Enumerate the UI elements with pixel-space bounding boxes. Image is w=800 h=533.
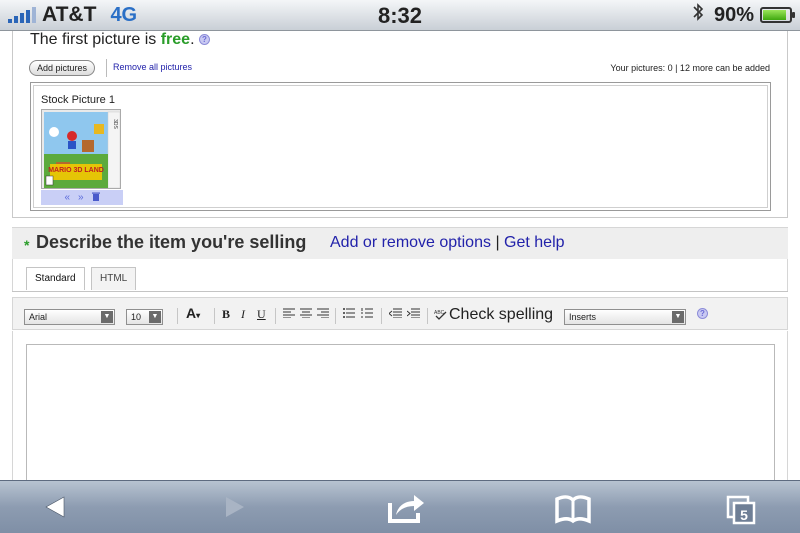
toolbar-divider xyxy=(177,308,178,324)
stock-picture-label: Stock Picture 1 xyxy=(41,94,115,106)
toolbar-divider xyxy=(381,308,382,324)
tab-count: 5 xyxy=(740,507,748,523)
add-pictures-button[interactable]: Add pictures xyxy=(29,60,96,76)
tab-html[interactable]: HTML xyxy=(91,267,137,290)
first-picture-prefix: The first picture is xyxy=(30,31,161,48)
tabs-underline xyxy=(12,291,788,292)
battery-level-fill xyxy=(763,10,787,20)
font-select-value: Arial xyxy=(29,312,48,322)
battery-icon xyxy=(760,7,795,23)
section-border-bottom xyxy=(12,217,788,218)
underline-button[interactable]: U xyxy=(257,307,266,322)
browser-toolbar: 5 xyxy=(0,480,800,533)
size-select-value: 10 xyxy=(131,312,142,322)
inserts-select-value: Inserts xyxy=(569,312,597,322)
battery-percent: 90% xyxy=(713,3,754,26)
required-marker: * xyxy=(24,237,30,253)
web-content: The first picture is free. ? Add picture… xyxy=(0,31,800,484)
tabs-icon[interactable]: 5 xyxy=(726,489,758,525)
move-right-icon[interactable]: » xyxy=(78,192,84,203)
thumbnail-brand: 3DS xyxy=(112,119,118,129)
editor-help-icon[interactable]: ? xyxy=(697,308,708,319)
toolbar-divider xyxy=(335,308,336,324)
text-color-icon[interactable]: A▾ xyxy=(186,305,200,321)
align-right-icon[interactable] xyxy=(317,307,329,321)
share-icon[interactable] xyxy=(386,489,426,525)
describe-title: Describe the item you're selling xyxy=(36,232,307,252)
indent-icon[interactable] xyxy=(406,307,420,321)
align-left-icon[interactable] xyxy=(283,307,295,321)
picture-gallery: Stock Picture 1 3DS MARIO 3D LAND « » xyxy=(30,82,771,211)
clock: 8:32 xyxy=(377,3,423,28)
first-picture-suffix: . xyxy=(190,31,195,48)
add-remove-options-link[interactable]: Add or remove options xyxy=(330,234,491,251)
align-center-icon[interactable] xyxy=(300,307,312,321)
link-separator: | xyxy=(495,234,500,251)
thumbnail-title: MARIO 3D LAND xyxy=(48,167,104,174)
stock-picture-thumbnail[interactable]: 3DS MARIO 3D LAND xyxy=(41,109,121,189)
first-picture-note: The first picture is free. ? xyxy=(30,31,210,49)
describe-links: Add or remove options | Get help xyxy=(330,234,565,252)
chevron-down-icon: ▼ xyxy=(101,311,113,323)
section-border-left xyxy=(12,31,13,217)
check-spelling-button[interactable]: Check spelling xyxy=(449,306,553,324)
spell-check-icon: ABC xyxy=(434,308,448,323)
remove-all-pictures-link[interactable]: Remove all pictures xyxy=(113,62,192,72)
free-label: free xyxy=(160,31,191,48)
bookmarks-icon[interactable] xyxy=(554,489,592,525)
move-left-icon[interactable]: « xyxy=(64,192,70,203)
toolbar-divider xyxy=(427,308,428,324)
divider xyxy=(106,59,107,77)
help-icon[interactable]: ? xyxy=(198,34,210,46)
back-icon[interactable] xyxy=(42,489,68,525)
outdent-icon[interactable] xyxy=(388,307,402,321)
thumbnail-controls: « » xyxy=(41,190,123,205)
description-editor[interactable] xyxy=(26,344,775,484)
editor-tabs: Standard HTML xyxy=(12,259,788,292)
bluetooth-icon xyxy=(692,2,704,28)
toolbar-divider xyxy=(275,308,276,324)
delete-icon[interactable] xyxy=(91,192,100,204)
bullet-list-icon[interactable] xyxy=(343,307,355,321)
picture-count: Your pictures: 0 | 12 more can be added xyxy=(610,63,770,73)
editor-toolbar: Arial ▼ 10 ▼ A▾ B I U ABC Check spelling… xyxy=(12,297,788,330)
inserts-select[interactable]: Inserts ▼ xyxy=(564,309,686,325)
numbered-list-icon[interactable] xyxy=(361,307,373,321)
status-right: 90% xyxy=(692,2,795,28)
section-border-right xyxy=(787,31,788,217)
toolbar-divider xyxy=(214,308,215,324)
picture-gallery-inner: Stock Picture 1 3DS MARIO 3D LAND « » xyxy=(33,85,768,208)
forward-icon[interactable] xyxy=(222,489,248,525)
italic-button[interactable]: I xyxy=(241,307,245,322)
size-select[interactable]: 10 ▼ xyxy=(126,309,163,325)
font-select[interactable]: Arial ▼ xyxy=(24,309,115,325)
screen: AT&T 4G 8:32 90% The first picture is fr… xyxy=(0,0,800,533)
tab-standard[interactable]: Standard xyxy=(26,267,85,290)
bold-button[interactable]: B xyxy=(222,307,230,322)
chevron-down-icon: ▼ xyxy=(149,311,161,323)
get-help-link[interactable]: Get help xyxy=(504,234,564,251)
chevron-down-icon: ▼ xyxy=(672,311,684,323)
status-bar: AT&T 4G 8:32 90% xyxy=(0,0,800,31)
